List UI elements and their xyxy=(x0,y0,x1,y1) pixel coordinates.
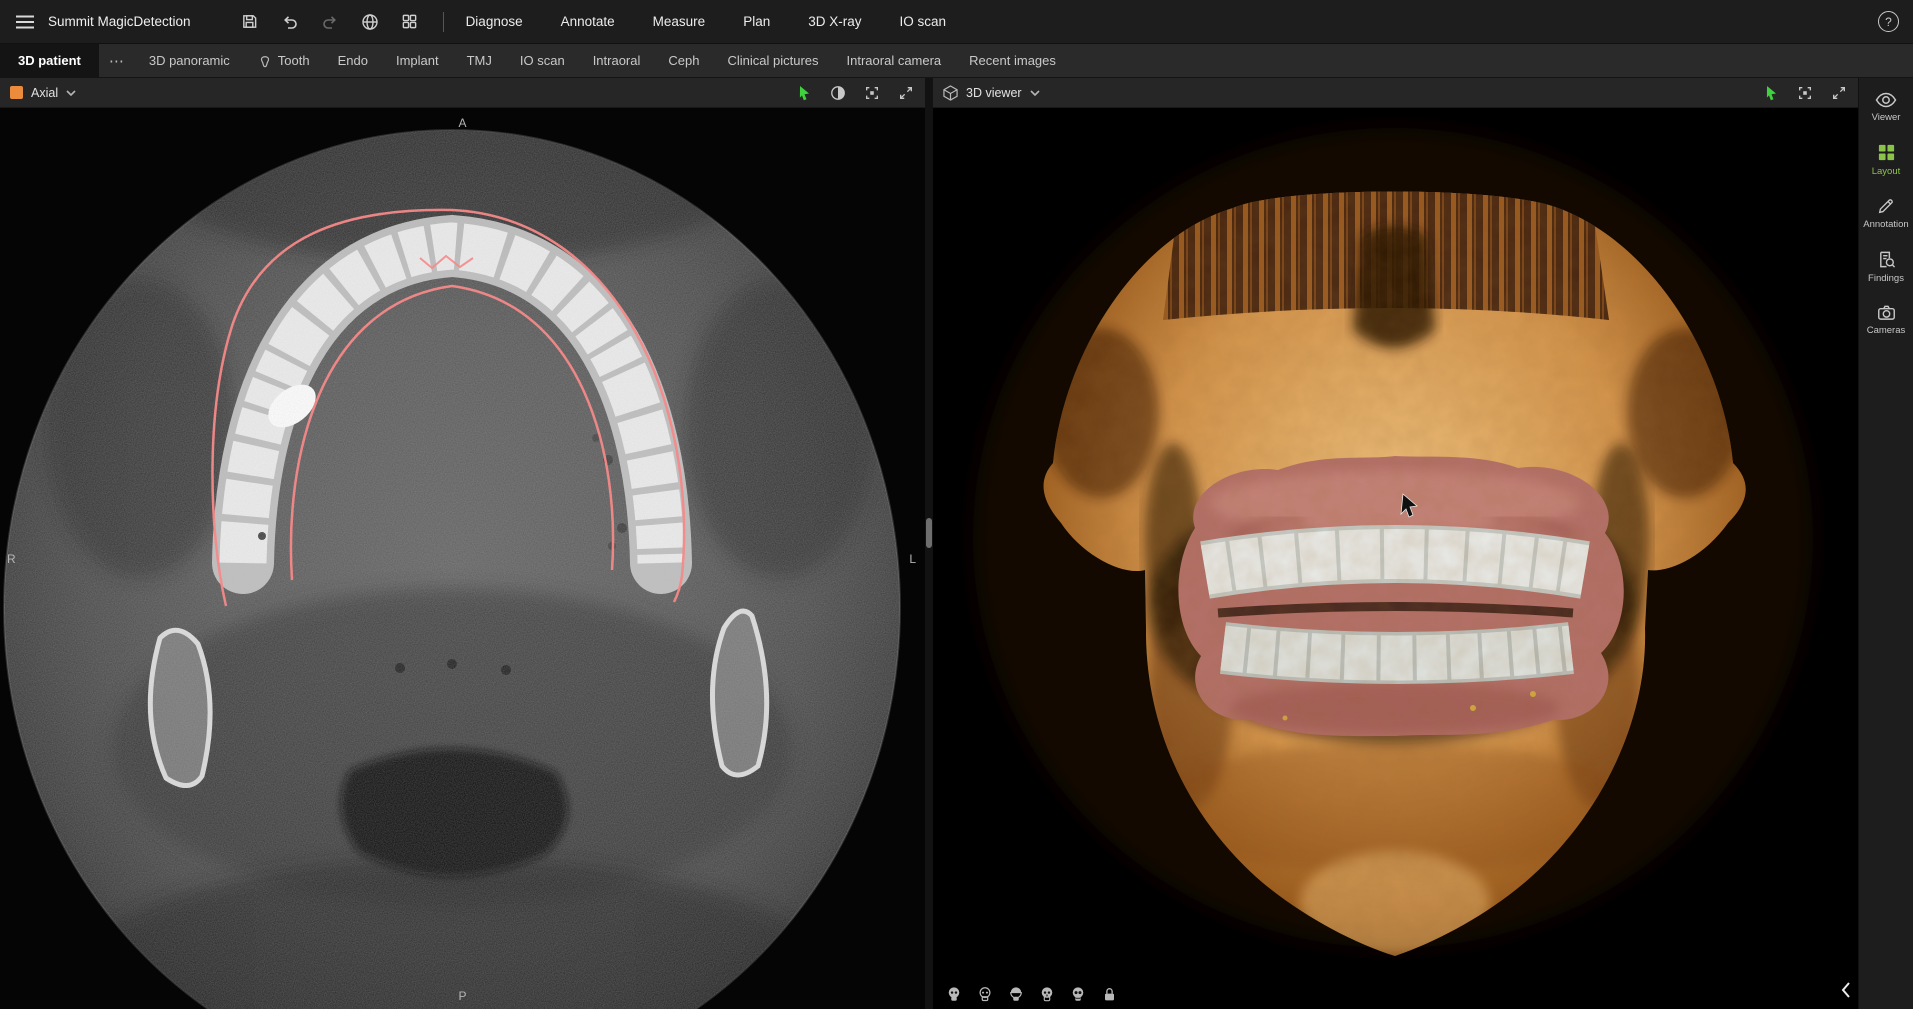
sidebar-item-label: Annotation xyxy=(1863,219,1908,230)
orientation-label-anterior: A xyxy=(458,116,466,130)
axial-viewport-header: Axial xyxy=(0,78,925,108)
axial-ct-canvas[interactable]: A R L P xyxy=(0,108,925,1009)
sidebar-item-viewer[interactable]: Viewer xyxy=(1859,92,1913,123)
undo-icon[interactable] xyxy=(279,11,301,33)
tab-tooth[interactable]: Tooth xyxy=(244,44,324,77)
menu-plan[interactable]: Plan xyxy=(743,14,770,29)
top-menu-bar: Summit MagicDetection Diagnose Annotate … xyxy=(0,0,1913,44)
pencil-icon xyxy=(1877,197,1895,215)
apps-grid-icon[interactable] xyxy=(399,11,421,33)
menu-3d-xray[interactable]: 3D X-ray xyxy=(808,14,861,29)
skull-preset-1-icon[interactable] xyxy=(945,985,963,1003)
tab-recent-images[interactable]: Recent images xyxy=(955,44,1070,77)
contrast-icon[interactable] xyxy=(829,84,847,102)
orientation-label-left: L xyxy=(909,552,916,566)
sidebar-item-annotation[interactable]: Annotation xyxy=(1859,197,1913,230)
tab-3d-panoramic[interactable]: 3D panoramic xyxy=(135,44,244,77)
3d-viewport-title: 3D viewer xyxy=(966,86,1022,100)
globe-icon[interactable] xyxy=(359,11,381,33)
camera-icon xyxy=(1877,304,1896,321)
tab-ceph[interactable]: Ceph xyxy=(654,44,713,77)
fit-view-icon[interactable] xyxy=(1796,84,1814,102)
findings-search-icon xyxy=(1877,250,1896,269)
app-title: Summit MagicDetection xyxy=(48,14,191,29)
orientation-label-posterior: P xyxy=(458,989,466,1003)
tooth-icon xyxy=(258,54,272,68)
layout-grid-icon xyxy=(1877,143,1896,162)
skull-preset-4-icon[interactable] xyxy=(1038,985,1056,1003)
main-menu: Diagnose Annotate Measure Plan 3D X-ray … xyxy=(466,14,946,29)
menu-annotate[interactable]: Annotate xyxy=(561,14,615,29)
sidebar-item-findings[interactable]: Findings xyxy=(1859,250,1913,284)
lock-icon[interactable] xyxy=(1100,985,1118,1003)
axial-dropdown-chevron-icon[interactable] xyxy=(66,90,76,96)
fullscreen-icon[interactable] xyxy=(1830,84,1848,102)
viewport-splitter[interactable] xyxy=(925,78,933,1009)
axial-viewport-title: Axial xyxy=(31,86,58,100)
fit-view-icon[interactable] xyxy=(863,84,881,102)
skull-preset-2-icon[interactable] xyxy=(976,985,994,1003)
sidebar-item-layout[interactable]: Layout xyxy=(1859,143,1913,177)
tab-intraoral-camera[interactable]: Intraoral camera xyxy=(833,44,956,77)
help-icon[interactable]: ? xyxy=(1878,11,1899,32)
collapse-panel-icon[interactable] xyxy=(1840,981,1852,1004)
3d-dropdown-chevron-icon[interactable] xyxy=(1030,90,1040,96)
tab-implant[interactable]: Implant xyxy=(382,44,453,77)
cursor-tool-icon[interactable] xyxy=(795,84,813,102)
tab-io-scan[interactable]: IO scan xyxy=(506,44,579,77)
view-tab-bar: 3D patient ⋯ 3D panoramic Tooth Endo Imp… xyxy=(0,44,1913,78)
3d-render-canvas[interactable] xyxy=(933,108,1858,1009)
toolbar-separator xyxy=(443,12,444,32)
tab-tmj[interactable]: TMJ xyxy=(453,44,506,77)
hamburger-menu-icon[interactable] xyxy=(14,11,36,33)
sidebar-item-label: Layout xyxy=(1872,166,1901,177)
orientation-label-right: R xyxy=(7,552,16,566)
3d-skull-render xyxy=(933,108,1858,1009)
menu-diagnose[interactable]: Diagnose xyxy=(466,14,523,29)
skull-preset-3-icon[interactable] xyxy=(1007,985,1025,1003)
cube-icon xyxy=(943,85,958,101)
tab-clinical-pictures[interactable]: Clinical pictures xyxy=(713,44,832,77)
sidebar-item-cameras[interactable]: Cameras xyxy=(1859,304,1913,336)
tab-endo[interactable]: Endo xyxy=(324,44,382,77)
skull-preset-5-icon[interactable] xyxy=(1069,985,1087,1003)
tab-overflow-icon[interactable]: ⋯ xyxy=(99,44,135,77)
eye-icon xyxy=(1875,92,1897,108)
3d-viewport: 3D viewer xyxy=(933,78,1858,1009)
redo-icon[interactable] xyxy=(319,11,341,33)
menu-measure[interactable]: Measure xyxy=(653,14,706,29)
tab-tooth-label: Tooth xyxy=(278,53,310,68)
axial-ct-image xyxy=(0,108,925,1009)
save-icon[interactable] xyxy=(239,11,261,33)
axial-viewport: Axial A R L xyxy=(0,78,925,1009)
sidebar-item-label: Viewer xyxy=(1872,112,1901,123)
right-toolbar: Viewer Layout Annotation Findings Camera… xyxy=(1858,78,1913,1009)
axial-color-chip xyxy=(10,86,23,99)
tab-3d-patient[interactable]: 3D patient xyxy=(0,44,99,77)
sidebar-item-label: Cameras xyxy=(1867,325,1906,336)
3d-viewport-header: 3D viewer xyxy=(933,78,1858,108)
render-preset-bar xyxy=(945,985,1118,1003)
cursor-tool-icon[interactable] xyxy=(1762,84,1780,102)
sidebar-item-label: Findings xyxy=(1868,273,1904,284)
fullscreen-icon[interactable] xyxy=(897,84,915,102)
menu-io-scan[interactable]: IO scan xyxy=(899,14,946,29)
tab-intraoral[interactable]: Intraoral xyxy=(579,44,655,77)
splitter-handle[interactable] xyxy=(926,518,932,548)
